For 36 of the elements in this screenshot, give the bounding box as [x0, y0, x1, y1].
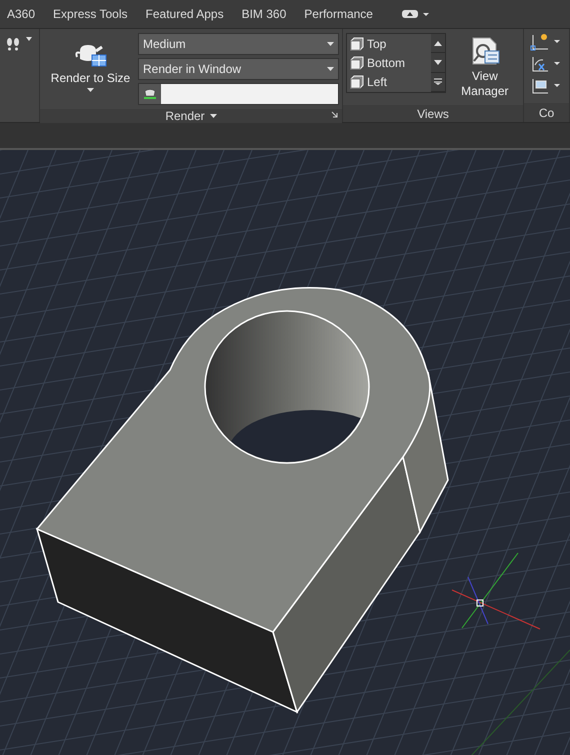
ribbon-tab[interactable]: Express Tools — [44, 7, 137, 21]
render-to-size-button[interactable]: Render to Size — [43, 33, 138, 105]
ucs-origin-icon[interactable] — [530, 33, 562, 51]
preset-dropdown[interactable]: Medium — [138, 33, 339, 55]
ribbon-tab[interactable]: A360 — [0, 7, 44, 21]
dialog-launcher-icon[interactable] — [331, 111, 338, 118]
minimize-ribbon-icon[interactable] — [402, 9, 430, 19]
cube-icon — [350, 36, 364, 51]
caret-icon[interactable] — [327, 67, 334, 71]
scroll-up-icon[interactable] — [434, 40, 442, 46]
view-item[interactable]: Left — [350, 75, 431, 90]
view-item[interactable]: Top — [350, 36, 431, 51]
view-manager-icon — [470, 37, 500, 67]
expand-icon[interactable] — [434, 78, 442, 86]
footprints-icon[interactable] — [6, 37, 20, 53]
panel-title[interactable]: Render — [165, 109, 205, 123]
caret-icon[interactable] — [327, 42, 334, 46]
caret-icon[interactable] — [210, 114, 217, 118]
cube-icon — [350, 75, 364, 90]
caret-icon[interactable] — [87, 88, 94, 92]
cube-icon — [350, 56, 364, 70]
view-manager-button[interactable]: View Manager — [446, 33, 520, 101]
ribbon-tab[interactable]: Featured Apps — [136, 7, 233, 21]
scroll-down-icon[interactable] — [434, 60, 442, 65]
teapot-icon — [139, 84, 161, 104]
output-dropdown[interactable]: Render in Window — [138, 58, 339, 80]
view-item[interactable]: Bottom — [350, 56, 431, 70]
ribbon-tab[interactable]: Performance — [295, 7, 382, 21]
ucs-view-icon[interactable] — [530, 77, 562, 95]
ucs-axes-icon — [452, 552, 540, 630]
views-list[interactable]: Top Bottom Left — [346, 33, 446, 93]
ribbon-tab[interactable]: BIM 360 — [232, 7, 296, 21]
caret-icon[interactable] — [26, 37, 32, 41]
panel-title: Co — [538, 106, 554, 120]
panel-title: Views — [417, 106, 449, 120]
ucs-x-icon[interactable] — [530, 55, 562, 73]
